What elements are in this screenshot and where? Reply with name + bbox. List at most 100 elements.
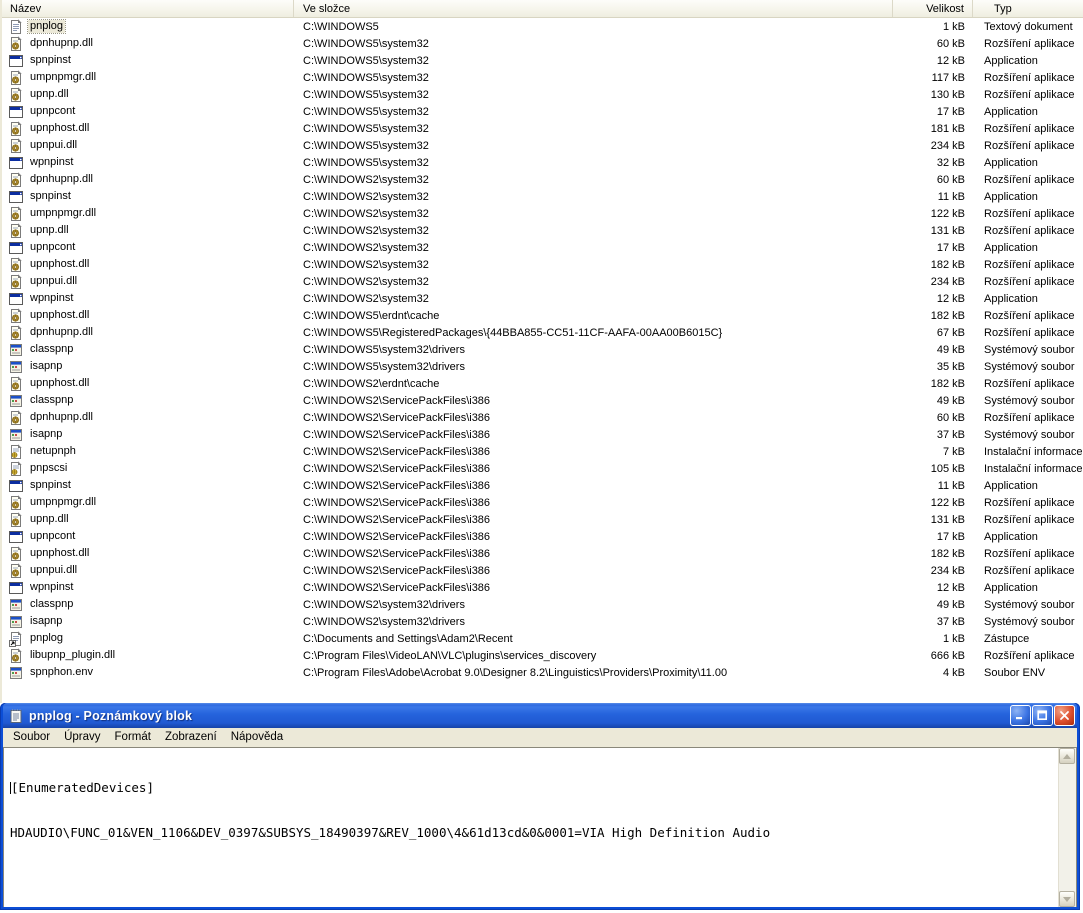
file-folder-cell: C:\Program Files\Adobe\Acrobat 9.0\Desig…	[303, 666, 728, 679]
application-icon	[8, 580, 24, 596]
file-row[interactable]: umpnpmgr.dll C:\WINDOWS5\system32 117 kB Ro…	[0, 69, 1083, 86]
file-row[interactable]: upnp.dll C:\WINDOWS2\ServicePackFiles\i38…	[0, 511, 1083, 528]
file-name-cell: upnphost.dll	[0, 375, 294, 392]
menu-item-soubor[interactable]: Soubor	[6, 730, 57, 745]
column-header-type[interactable]: Typ	[973, 0, 1083, 17]
file-type-cell: Application	[984, 105, 1038, 118]
file-folder-cell: C:\WINDOWS5\system32	[303, 156, 429, 169]
file-name-label: spnpinst	[30, 190, 71, 202]
column-header-size[interactable]: Velikost	[893, 0, 973, 17]
file-row[interactable]: spnphon.env C:\Program Files\Adobe\Acroba…	[0, 664, 1083, 681]
file-type-cell: Rozšíření aplikace	[984, 139, 1075, 152]
file-row[interactable]: wpnpinst C:\WINDOWS5\system32 32 kB Applica…	[0, 154, 1083, 171]
file-folder-cell: C:\WINDOWS5\system32\drivers	[303, 343, 465, 356]
menu-item-napoveda[interactable]: Nápověda	[224, 730, 290, 745]
column-header-folder[interactable]: Ve složce	[294, 0, 893, 17]
file-row[interactable]: spnpinst C:\WINDOWS2\system32 11 kB Applica…	[0, 188, 1083, 205]
file-row[interactable]: umpnpmgr.dll C:\WINDOWS2\system32 122 kB Ro…	[0, 205, 1083, 222]
notepad-vertical-scrollbar[interactable]	[1058, 748, 1076, 907]
text-document-icon	[8, 18, 24, 35]
file-row[interactable]: dpnhupnp.dll C:\WINDOWS5\system32 60 kB Roz…	[0, 35, 1083, 52]
file-row[interactable]: umpnpmgr.dll C:\WINDOWS2\ServicePackFiles…	[0, 494, 1083, 511]
file-row[interactable]: upnp.dll C:\WINDOWS5\system32 130 kB Rozšíř…	[0, 86, 1083, 103]
notepad-window-title: pnplog - Poznámkový blok	[29, 708, 193, 723]
file-name-cell: spnphon.env	[0, 665, 294, 681]
file-row[interactable]: classpnp C:\WINDOWS2\ServicePackFiles\i38…	[0, 392, 1083, 409]
file-row[interactable]: pnpscsi C:\WINDOWS2\ServicePackFiles\i386…	[0, 460, 1083, 477]
file-type-cell: Instalační informace	[984, 462, 1083, 475]
file-type-cell: Rozšíření aplikace	[984, 71, 1075, 84]
file-type-cell: Rozšíření aplikace	[984, 173, 1075, 186]
file-name-cell: upnphost.dll	[0, 307, 294, 324]
maximize-button[interactable]	[1032, 705, 1053, 726]
file-name-label: dpnhupnp.dll	[30, 173, 94, 185]
file-name-cell: classpnp	[0, 393, 294, 409]
file-row[interactable]: spnpinst C:\WINDOWS5\system32 12 kB Applica…	[0, 52, 1083, 69]
file-name-label: upnp.dll	[30, 224, 69, 236]
menu-item-upravy[interactable]: Úpravy	[57, 730, 107, 745]
column-header-name[interactable]: Název	[0, 0, 294, 17]
file-row[interactable]: pnplog C:\Documents and Settings\Adam2\Re…	[0, 630, 1083, 647]
file-row[interactable]: upnpcont C:\WINDOWS2\ServicePackFiles\i38…	[0, 528, 1083, 545]
file-name-label: wpnpinst	[30, 581, 74, 593]
file-row[interactable]: upnpui.dll C:\WINDOWS2\system32 234 kB Rozš…	[0, 273, 1083, 290]
file-row[interactable]: upnphost.dll C:\WINDOWS2\system32 182 kB Ro…	[0, 256, 1083, 273]
menu-item-format[interactable]: Formát	[108, 730, 158, 745]
file-row[interactable]: upnpcont C:\WINDOWS2\system32 17 kB Applica…	[0, 239, 1083, 256]
file-row[interactable]: isapnp C:\WINDOWS2\system32\drivers 37 kB S…	[0, 613, 1083, 630]
file-row[interactable]: pnplog C:\WINDOWS5 1 kB Textový dokument	[0, 18, 1083, 35]
file-folder-cell: C:\WINDOWS2\ServicePackFiles\i386	[303, 547, 491, 560]
file-name-label: upnphost.dll	[30, 547, 90, 559]
dll-icon	[8, 273, 24, 290]
file-row[interactable]: classpnp C:\WINDOWS2\system32\drivers 49 k…	[0, 596, 1083, 613]
file-row[interactable]: netupnph C:\WINDOWS2\ServicePackFiles\i38…	[0, 443, 1083, 460]
file-row[interactable]: isapnp C:\WINDOWS5\system32\drivers 35 kB S…	[0, 358, 1083, 375]
menu-item-zobrazeni[interactable]: Zobrazení	[158, 730, 224, 745]
file-name-cell: libupnp_plugin.dll	[0, 647, 294, 664]
notepad-window: pnplog - Poznámkový blok Soubor Úpravy For…	[0, 703, 1080, 910]
file-row[interactable]: upnpcont C:\WINDOWS5\system32 17 kB Applica…	[0, 103, 1083, 120]
scroll-up-button[interactable]	[1059, 748, 1075, 764]
file-name-cell: netupnph	[0, 443, 294, 460]
file-type-cell: Application	[984, 292, 1038, 305]
file-rows: pnplog C:\WINDOWS5 1 kB Textový dokument dpn…	[0, 18, 1083, 681]
file-name-cell: pnplog	[0, 630, 294, 647]
scroll-down-button[interactable]	[1059, 891, 1075, 907]
file-type-cell: Rozšíření aplikace	[984, 564, 1075, 577]
file-folder-cell: C:\Documents and Settings\Adam2\Recent	[303, 632, 513, 645]
file-row[interactable]: dpnhupnp.dll C:\WINDOWS5\RegisteredPackag…	[0, 324, 1083, 341]
close-button[interactable]	[1054, 705, 1075, 726]
file-row[interactable]: upnphost.dll C:\WINDOWS2\erdnt\cache 182 k…	[0, 375, 1083, 392]
dll-icon	[8, 409, 24, 426]
notepad-text-area[interactable]: [EnumeratedDevices] HDAUDIO\FUNC_01&VEN_…	[4, 748, 1059, 907]
file-row[interactable]: dpnhupnp.dll C:\WINDOWS2\ServicePackFiles…	[0, 409, 1083, 426]
file-row[interactable]: upnpui.dll C:\WINDOWS5\system32 234 kB Rozš…	[0, 137, 1083, 154]
notepad-text-line: HDAUDIO\FUNC_01&VEN_1106&DEV_0397&SUBSYS…	[10, 825, 771, 840]
file-size-cell: 49 kB	[936, 394, 965, 407]
file-name-label: upnp.dll	[30, 513, 69, 525]
file-folder-cell: C:\WINDOWS2\system32\drivers	[303, 598, 465, 611]
file-folder-cell: C:\WINDOWS2\system32	[303, 275, 429, 288]
file-row[interactable]: dpnhupnp.dll C:\WINDOWS2\system32 60 kB Roz…	[0, 171, 1083, 188]
application-icon	[8, 104, 24, 120]
file-name-label: upnphost.dll	[30, 309, 90, 321]
file-row[interactable]: classpnp C:\WINDOWS5\system32\drivers 49 k…	[0, 341, 1083, 358]
file-row[interactable]: upnphost.dll C:\WINDOWS5\erdnt\cache 182 k…	[0, 307, 1083, 324]
file-row[interactable]: upnphost.dll C:\WINDOWS5\system32 181 kB Ro…	[0, 120, 1083, 137]
file-row[interactable]: spnpinst C:\WINDOWS2\ServicePackFiles\i38…	[0, 477, 1083, 494]
file-row[interactable]: upnpui.dll C:\WINDOWS2\ServicePackFiles\i…	[0, 562, 1083, 579]
file-row[interactable]: wpnpinst C:\WINDOWS2\ServicePackFiles\i38…	[0, 579, 1083, 596]
file-row[interactable]: libupnp_plugin.dll C:\Program Files\Video…	[0, 647, 1083, 664]
file-folder-cell: C:\WINDOWS2\ServicePackFiles\i386	[303, 513, 491, 526]
file-row[interactable]: upnp.dll C:\WINDOWS2\system32 131 kB Rozšíř…	[0, 222, 1083, 239]
notepad-title-bar[interactable]: pnplog - Poznámkový blok	[3, 703, 1077, 728]
file-row[interactable]: isapnp C:\WINDOWS2\ServicePackFiles\i386 3…	[0, 426, 1083, 443]
file-row[interactable]: upnphost.dll C:\WINDOWS2\ServicePackFiles…	[0, 545, 1083, 562]
file-name-cell: upnp.dll	[0, 222, 294, 239]
minimize-button[interactable]	[1010, 705, 1031, 726]
file-type-cell: Rozšíření aplikace	[984, 224, 1075, 237]
file-type-cell: Rozšíření aplikace	[984, 326, 1075, 339]
dll-icon	[8, 307, 24, 324]
file-row[interactable]: wpnpinst C:\WINDOWS2\system32 12 kB Applica…	[0, 290, 1083, 307]
file-size-cell: 60 kB	[936, 411, 965, 424]
